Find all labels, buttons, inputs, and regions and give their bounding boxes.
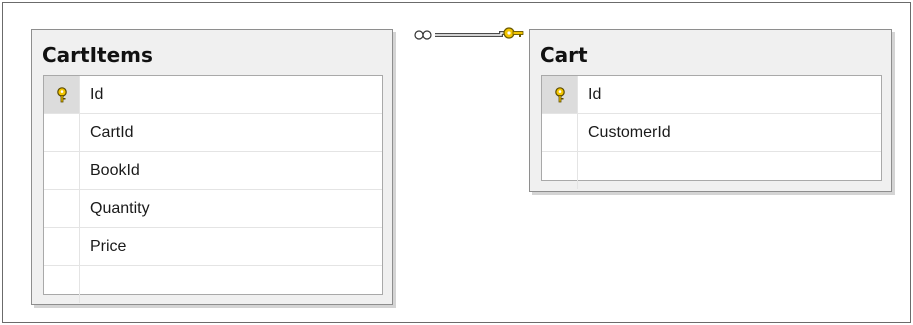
column-row[interactable]: CartId [44, 114, 382, 152]
table-title: CartItems [42, 43, 153, 67]
column-row[interactable]: BookId [44, 152, 382, 190]
column-row[interactable]: Price [44, 228, 382, 266]
primary-key-icon [56, 86, 67, 102]
empty-column-row[interactable] [542, 152, 881, 190]
empty-column-row[interactable] [44, 266, 382, 304]
table-cart[interactable]: Cart Id CustomerId [529, 29, 892, 192]
column-name: Quantity [90, 200, 150, 217]
column-row[interactable]: CustomerId [542, 114, 881, 152]
column-row[interactable]: Id [542, 76, 881, 114]
column-name: Price [90, 238, 127, 255]
column-name: CartId [90, 124, 134, 141]
column-row[interactable]: Id [44, 76, 382, 114]
column-row[interactable]: Quantity [44, 190, 382, 228]
column-grid: Id CustomerId [541, 75, 882, 189]
diagram-canvas: CartItems Id CartId BookId Quantity Pric… [2, 2, 911, 323]
column-name: CustomerId [588, 124, 671, 141]
table-cartitems[interactable]: CartItems Id CartId BookId Quantity Pric… [31, 29, 393, 305]
many-infinity-icon [414, 30, 432, 40]
column-grid: Id CartId BookId Quantity Price [43, 75, 383, 303]
column-name: Id [90, 86, 104, 103]
column-name: Id [588, 86, 602, 103]
primary-key-icon [554, 86, 565, 102]
column-name: BookId [90, 162, 140, 179]
table-title: Cart [540, 43, 588, 67]
key-icon [503, 27, 524, 39]
